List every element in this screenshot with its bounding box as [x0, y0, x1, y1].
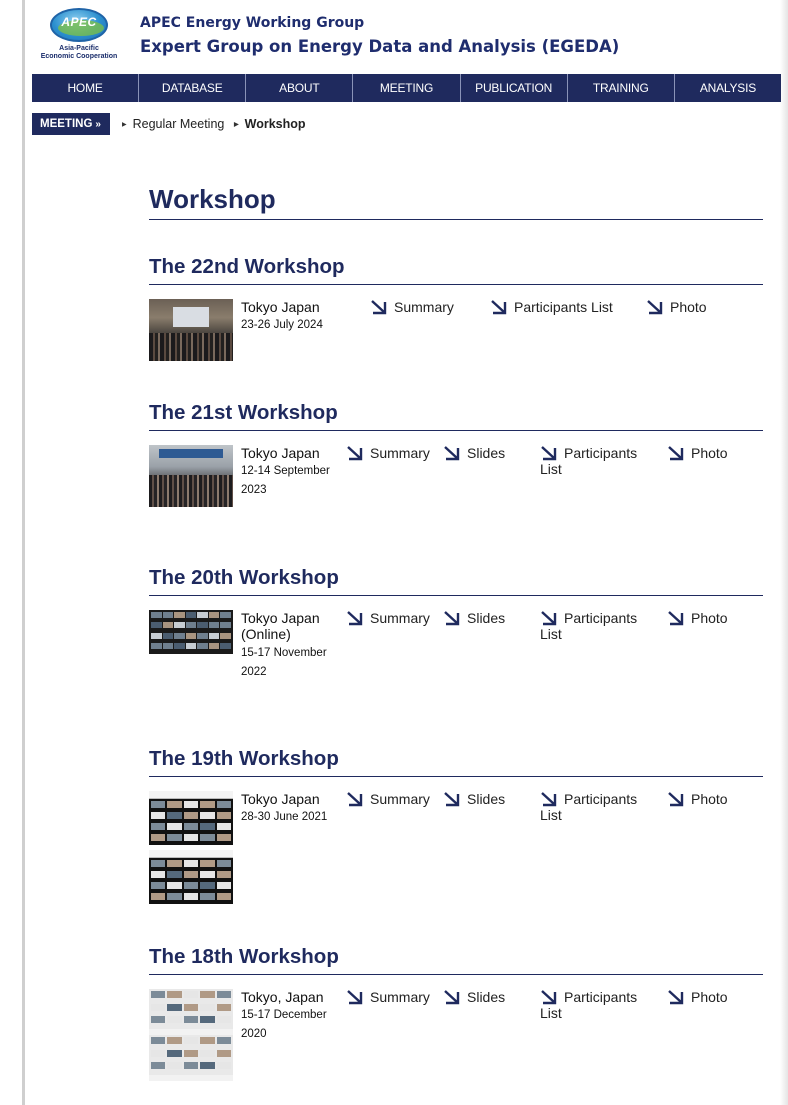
workshop-date: 15-17 December 2020	[241, 1009, 327, 1040]
down-right-arrow-icon	[647, 300, 663, 315]
workshop-divider	[149, 595, 763, 596]
triangle-right-icon: ▶	[234, 122, 239, 129]
nav-meeting[interactable]: MEETING	[353, 74, 461, 102]
workshop-divider	[149, 776, 763, 777]
down-right-arrow-icon	[668, 792, 684, 807]
nav-analysis[interactable]: ANALYSIS	[674, 74, 781, 102]
down-right-arrow-icon	[371, 300, 387, 315]
participants-list-link[interactable]: Participants List	[490, 299, 613, 315]
photo-link[interactable]: Photo	[667, 791, 728, 807]
breadcrumb-workshop: ▶ Workshop	[234, 117, 306, 131]
slides-link[interactable]: Slides	[443, 989, 505, 1005]
nav-home[interactable]: HOME	[32, 74, 140, 102]
nav-database[interactable]: DATABASE	[139, 74, 247, 102]
workshop-title: The 22nd Workshop	[149, 255, 345, 278]
workshop-photo-thumbnail[interactable]	[149, 445, 233, 507]
site-header: APEC Asia-Pacific Economic Cooperation A…	[32, 8, 752, 68]
participants-list-link[interactable]: Participants List	[540, 445, 648, 477]
down-right-arrow-icon	[444, 792, 460, 807]
workshop-date: 15-17 November 2022	[241, 647, 327, 678]
workshop-divider	[149, 430, 763, 431]
down-right-arrow-icon	[668, 446, 684, 461]
workshop-title: The 20th Workshop	[149, 566, 339, 589]
workshop-date: 12-14 September 2023	[241, 465, 330, 496]
nav-about[interactable]: ABOUT	[246, 74, 354, 102]
workshop-title: The 19th Workshop	[149, 747, 339, 770]
workshop-section: The 21st Workshop Tokyo Japan 12-14 Sept…	[149, 399, 763, 507]
down-right-arrow-icon	[444, 446, 460, 461]
photo-link[interactable]: Photo	[667, 445, 728, 461]
workshop-date: 28-30 June 2021	[241, 811, 328, 823]
main-nav: HOME DATABASE ABOUT MEETING PUBLICATION …	[32, 74, 781, 102]
workshop-section: The 19th Workshop Tokyo Japan 28-30 June…	[149, 745, 763, 904]
title-divider	[149, 219, 763, 220]
summary-link[interactable]: Summary	[346, 610, 430, 626]
nav-publication[interactable]: PUBLICATION	[460, 74, 568, 102]
down-right-arrow-icon	[668, 611, 684, 626]
nav-training[interactable]: TRAINING	[567, 74, 675, 102]
slides-link[interactable]: Slides	[443, 791, 505, 807]
workshop-place: Tokyo, Japan	[241, 989, 324, 1005]
down-right-arrow-icon	[347, 611, 363, 626]
down-right-arrow-icon	[444, 990, 460, 1005]
down-right-arrow-icon	[541, 611, 557, 626]
summary-link[interactable]: Summary	[346, 791, 430, 807]
workshop-date: 23-26 July 2024	[241, 319, 323, 331]
workshop-divider	[149, 974, 763, 975]
participants-list-link[interactable]: Participants List	[540, 791, 648, 823]
workshop-photo-thumbnail[interactable]	[149, 610, 233, 654]
breadcrumb-regular-meeting[interactable]: ▶ Regular Meeting	[122, 117, 224, 131]
workshop-photo-thumbnail[interactable]	[149, 299, 233, 361]
down-right-arrow-icon	[541, 792, 557, 807]
apec-logo-subtitle: Asia-Pacific Economic Cooperation	[40, 45, 118, 60]
workshop-section: The 22nd Workshop Tokyo Japan 23-26 July…	[149, 253, 763, 361]
page-frame-left	[22, 0, 25, 1105]
triangle-right-icon: ▶	[122, 122, 127, 129]
down-right-arrow-icon	[347, 990, 363, 1005]
page-title: Workshop	[149, 184, 276, 214]
photo-link[interactable]: Photo	[646, 299, 707, 315]
workshop-photo-thumbnail[interactable]	[149, 791, 233, 905]
down-right-arrow-icon	[541, 446, 557, 461]
down-right-arrow-icon	[347, 446, 363, 461]
workshop-divider	[149, 284, 763, 285]
workshop-place: Tokyo Japan (Online)	[241, 610, 320, 642]
workshop-section: The 20th Workshop Tokyo Japan (Online) 1…	[149, 564, 763, 678]
workshop-place: Tokyo Japan	[241, 299, 320, 315]
apec-logo-text: APEC	[61, 15, 97, 29]
org-name: APEC Energy Working Group	[140, 15, 365, 31]
photo-link[interactable]: Photo	[667, 989, 728, 1005]
summary-link[interactable]: Summary	[346, 989, 430, 1005]
workshop-section: The 18th Workshop Tokyo, Japan 15-17 Dec…	[149, 943, 763, 1081]
slides-link[interactable]: Slides	[443, 610, 505, 626]
photo-link[interactable]: Photo	[667, 610, 728, 626]
participants-list-link[interactable]: Participants List	[540, 989, 648, 1021]
down-right-arrow-icon	[668, 990, 684, 1005]
down-right-arrow-icon	[444, 611, 460, 626]
workshop-place: Tokyo Japan	[241, 445, 320, 461]
workshop-photo-thumbnail[interactable]	[149, 989, 233, 1081]
slides-link[interactable]: Slides	[443, 445, 505, 461]
workshop-place: Tokyo Japan	[241, 791, 320, 807]
workshop-title: The 18th Workshop	[149, 945, 339, 968]
apec-logo[interactable]: APEC Asia-Pacific Economic Cooperation	[32, 8, 126, 64]
page-frame-right	[780, 0, 788, 1105]
workshop-title: The 21st Workshop	[149, 401, 338, 424]
down-right-arrow-icon	[347, 792, 363, 807]
participants-list-link[interactable]: Participants List	[540, 610, 648, 642]
down-right-arrow-icon	[491, 300, 507, 315]
breadcrumb-section[interactable]: MEETING»	[32, 113, 110, 135]
org-group-name[interactable]: Expert Group on Energy Data and Analysis…	[140, 37, 619, 56]
summary-link[interactable]: Summary	[346, 445, 430, 461]
summary-link[interactable]: Summary	[370, 299, 454, 315]
down-right-arrow-icon	[541, 990, 557, 1005]
